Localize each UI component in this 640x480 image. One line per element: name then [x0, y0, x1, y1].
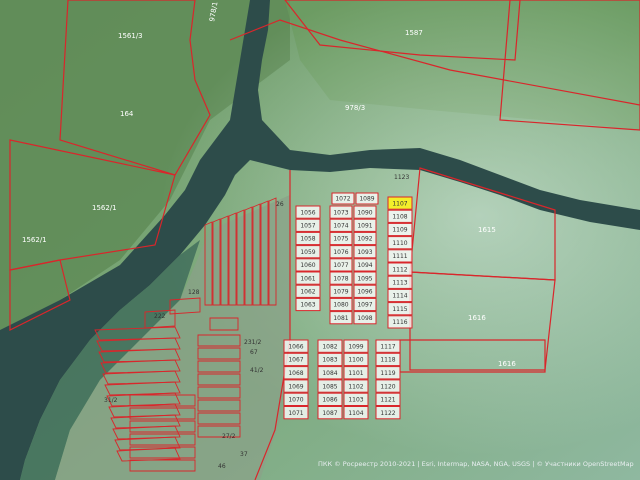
- plot-number: 1062: [300, 289, 315, 296]
- plot-number: 1087: [322, 410, 337, 417]
- plot-number: 1112: [392, 266, 407, 273]
- plot-label: 46: [218, 463, 226, 470]
- plot-number: 1093: [357, 249, 372, 256]
- plot-number: 1082: [322, 343, 337, 350]
- plot-number: 1078: [333, 275, 348, 282]
- parcel-label: 1616: [468, 314, 486, 322]
- plot-number: 1083: [322, 357, 337, 364]
- plot-number: 1066: [288, 343, 303, 350]
- plot-number: 1100: [348, 357, 363, 364]
- parcel-label: 1616: [498, 360, 516, 368]
- plot-number: 1113: [392, 280, 407, 287]
- plot-number: 1090: [357, 209, 372, 216]
- plot-label: 222: [154, 313, 166, 320]
- plot-number: 1061: [300, 275, 315, 282]
- parcel-label: 1587: [405, 29, 423, 37]
- plot-label: 27/2: [222, 433, 236, 440]
- plot-label: 67: [250, 349, 258, 356]
- plot-number: 1110: [392, 240, 407, 247]
- plot-number: 1122: [380, 410, 395, 417]
- plot-number: 1114: [392, 293, 407, 300]
- cadastral-map[interactable]: 1072 1089 1056 1057 1058 1059 1060 1061 1062 1063…: [0, 0, 640, 480]
- plot-number: 1096: [357, 289, 372, 296]
- plot-number: 1121: [380, 397, 395, 404]
- plot-number: 1077: [333, 262, 348, 269]
- plot-number: 1072: [335, 196, 350, 203]
- plot-number: 1104: [348, 410, 363, 417]
- plot-number: 1119: [380, 370, 395, 377]
- plot-number: 1079: [333, 289, 348, 296]
- plot-number: 1059: [300, 249, 315, 256]
- plot-number: 1095: [357, 275, 372, 282]
- plot-label: 128: [188, 289, 200, 296]
- plot-number: 1103: [348, 397, 363, 404]
- plot-number: 1075: [333, 236, 348, 243]
- plot-number: 1115: [392, 306, 407, 313]
- plot-label: 231/2: [244, 339, 261, 346]
- plot-number: 1111: [392, 253, 407, 260]
- parcel-label: 164: [120, 110, 134, 118]
- plot-number: 1076: [333, 249, 348, 256]
- plot-number: 1102: [348, 383, 363, 390]
- plot-number: 1067: [288, 357, 303, 364]
- plot-number: 1057: [300, 223, 315, 230]
- plot-number: 1080: [333, 302, 348, 309]
- plot-number: 1063: [300, 302, 315, 309]
- plot-grid-a: 1072 1089 1056 1057 1058 1059 1060 1061 1062 1063…: [295, 192, 413, 329]
- plot-number: 1120: [380, 383, 395, 390]
- plot-grid-b: 1066 1067 1068 1069 1070 1071 1082 1083 1084 1085…: [283, 339, 401, 420]
- plot-number: 1068: [288, 370, 303, 377]
- plot-number: 1084: [322, 370, 337, 377]
- plot-number: 1117: [380, 343, 395, 350]
- plot-number: 1109: [392, 227, 407, 234]
- plot-label: 37: [240, 451, 248, 458]
- map-attribution: ПКК © Росреестр 2010-2021 | Esri, Interm…: [318, 460, 634, 468]
- plot-number: 1070: [288, 397, 303, 404]
- plot-number: 1073: [333, 209, 348, 216]
- plot-number: 1101: [348, 370, 363, 377]
- plot-number: 1069: [288, 383, 303, 390]
- plot-label: 26: [276, 201, 284, 208]
- plot-number: 1107: [392, 200, 407, 207]
- plot-number: 1085: [322, 383, 337, 390]
- parcel-label: 1562/1: [92, 204, 117, 212]
- plot-number: 1108: [392, 214, 407, 221]
- plot-number: 1094: [357, 262, 372, 269]
- plot-number: 1097: [357, 302, 372, 309]
- plot-number: 1099: [348, 343, 363, 350]
- plot-number: 1098: [357, 315, 372, 322]
- plot-number: 1092: [357, 236, 372, 243]
- map-canvas[interactable]: 1072 1089 1056 1057 1058 1059 1060 1061 1062 1063…: [0, 0, 640, 480]
- plot-label: 41/2: [250, 367, 264, 374]
- plot-number: 1116: [392, 319, 407, 326]
- plot-number: 1058: [300, 236, 315, 243]
- parcel-label: 1562/1: [22, 236, 47, 244]
- parcel-label: 978/3: [345, 104, 365, 112]
- plot-number: 1071: [288, 410, 303, 417]
- plot-number: 1086: [322, 397, 337, 404]
- plot-label-1123: 1123: [394, 174, 409, 181]
- plot-label: 31/2: [104, 397, 118, 404]
- plot-number: 1056: [300, 209, 315, 216]
- plot-number: 1081: [333, 315, 348, 322]
- plot-number: 1118: [380, 357, 395, 364]
- plot-number: 1060: [300, 262, 315, 269]
- parcel-label: 1615: [478, 226, 496, 234]
- parcel-label: 1561/3: [118, 32, 143, 40]
- plot-number: 1089: [359, 196, 374, 203]
- plot-number: 1091: [357, 223, 372, 230]
- plot-number: 1074: [333, 223, 348, 230]
